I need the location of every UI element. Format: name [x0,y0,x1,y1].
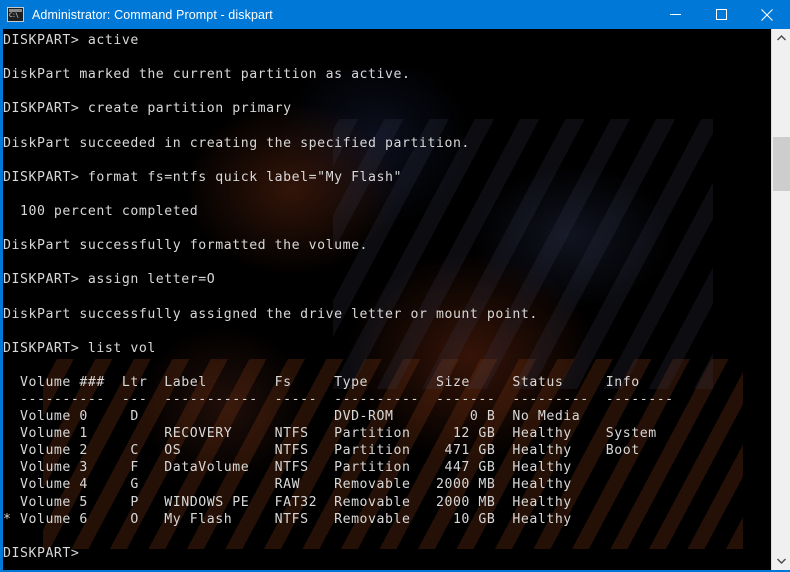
terminal-line: 100 percent completed [3,203,199,219]
window-controls [652,0,790,29]
terminal-line: * Volume 6 O My Flash NTFS Removable 10 … [3,511,572,527]
scrollbar-track[interactable] [772,47,790,552]
console-output-area[interactable]: DISKPART> active DiskPart marked the cur… [3,29,787,570]
scroll-up-arrow-icon[interactable] [772,29,790,47]
terminal-line: DISKPART> active [3,33,139,48]
terminal-line: DISKPART> assign letter=O [3,272,216,288]
terminal-line: Volume 0 D DVD-ROM 0 B No Media [3,409,581,425]
scrollbar-thumb[interactable] [773,137,790,191]
minimize-button[interactable] [652,0,698,29]
terminal-line: DiskPart succeeded in creating the speci… [3,135,470,151]
terminal-line: Volume 2 C OS NTFS Partition 471 GB Heal… [3,443,640,459]
terminal-line: DISKPART> create partition primary [3,101,292,117]
terminal-line: DiskPart successfully formatted the volu… [3,238,369,254]
command-prompt-window: Administrator: Command Prompt - diskpart [0,0,790,572]
scroll-down-arrow-icon[interactable] [772,552,790,570]
terminal-line: DiskPart successfully assigned the drive… [3,306,538,322]
terminal-line: Volume ### Ltr Label Fs Type Size Status… [3,374,640,390]
terminal-line: DISKPART> format fs=ntfs quick label="My… [3,169,403,185]
terminal-line: Volume 1 RECOVERY NTFS Partition 12 GB H… [3,426,657,442]
terminal-line: Volume 4 G RAW Removable 2000 MB Healthy [3,477,572,493]
terminal-line: DISKPART> [3,545,80,561]
title-bar[interactable]: Administrator: Command Prompt - diskpart [0,0,790,29]
maximize-button[interactable] [698,0,744,29]
terminal-line: Volume 5 P WINDOWS PE FAT32 Removable 20… [3,494,572,510]
terminal-line: DISKPART> list vol [3,340,156,356]
terminal-text: DISKPART> active DiskPart marked the cur… [3,29,763,562]
vertical-scrollbar[interactable] [771,29,790,570]
terminal-line: ---------- --- ----------- ----- -------… [3,391,674,407]
terminal-line: Volume 3 F DataVolume NTFS Partition 447… [3,460,572,476]
window-title: Administrator: Command Prompt - diskpart [32,7,273,22]
terminal-line: DiskPart marked the current partition as… [3,67,411,83]
console-icon [7,7,24,22]
close-button[interactable] [744,0,790,29]
